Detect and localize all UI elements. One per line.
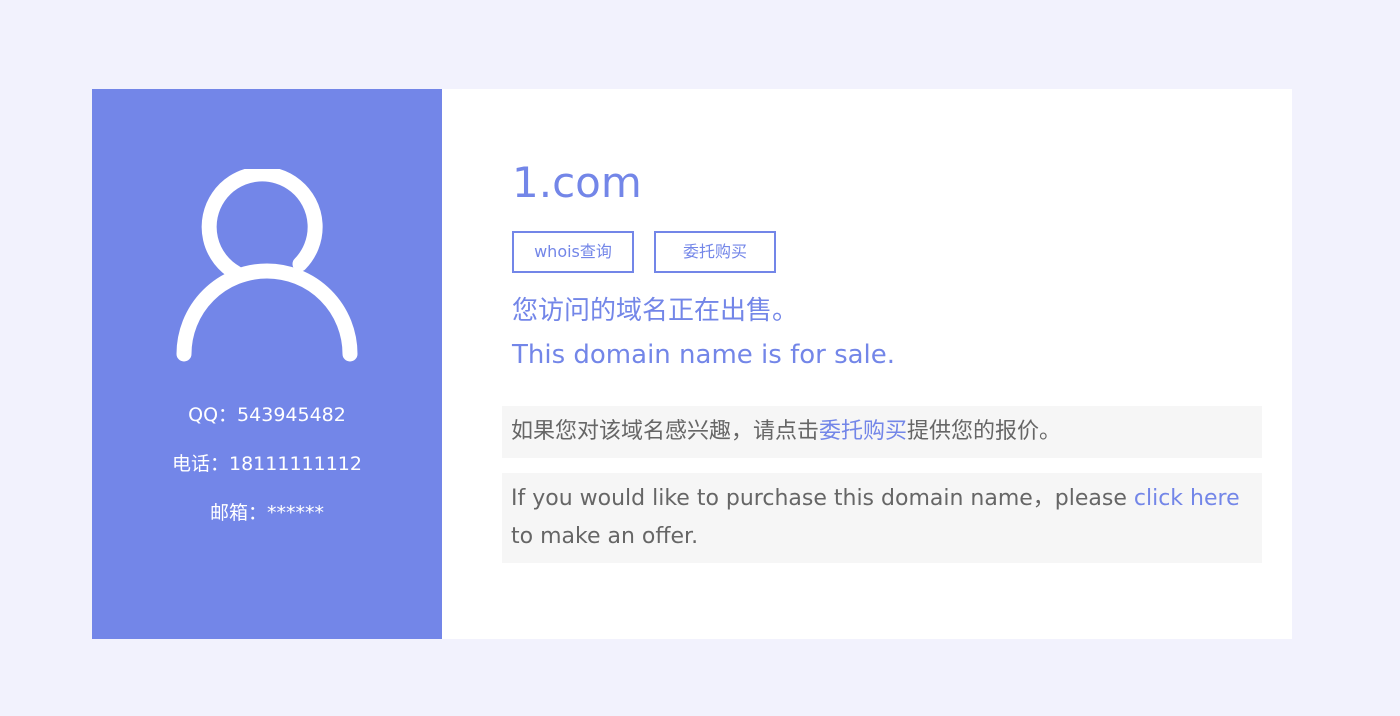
offer-info-cn: 如果您对该域名感兴趣，请点击委托购买提供您的报价。: [502, 406, 1262, 458]
offer-info-cn-before: 如果您对该域名感兴趣，请点击: [511, 419, 820, 444]
domain-sale-card: QQ：543945482 电话：18111111112 邮箱：****** 1.…: [92, 89, 1292, 639]
main-content: 1.com whois查询 委托购买 您访问的域名正在出售。 This doma…: [442, 89, 1292, 639]
click-here-link[interactable]: click here: [1134, 486, 1240, 511]
domain-title: 1.com: [512, 158, 642, 207]
sale-notice-en: This domain name is for sale.: [512, 340, 896, 370]
phone-contact: 电话：18111111112: [172, 453, 362, 475]
sale-notice-cn: 您访问的域名正在出售。: [512, 296, 799, 326]
qq-contact: QQ：543945482: [188, 404, 346, 426]
email-contact: 邮箱：******: [209, 502, 324, 524]
buy-button[interactable]: 委托购买: [654, 231, 776, 273]
offer-info-en-after: to make an offer.: [511, 524, 699, 549]
offer-info-en-before: If you would like to purchase this domai…: [511, 486, 1134, 511]
buy-link-cn[interactable]: 委托购买: [819, 419, 907, 444]
contact-sidebar: QQ：543945482 电话：18111111112 邮箱：******: [92, 89, 442, 639]
offer-info-cn-after: 提供您的报价。: [907, 419, 1062, 444]
user-icon: [176, 169, 358, 362]
whois-button[interactable]: whois查询: [512, 231, 634, 273]
offer-info-en: If you would like to purchase this domai…: [502, 473, 1262, 563]
